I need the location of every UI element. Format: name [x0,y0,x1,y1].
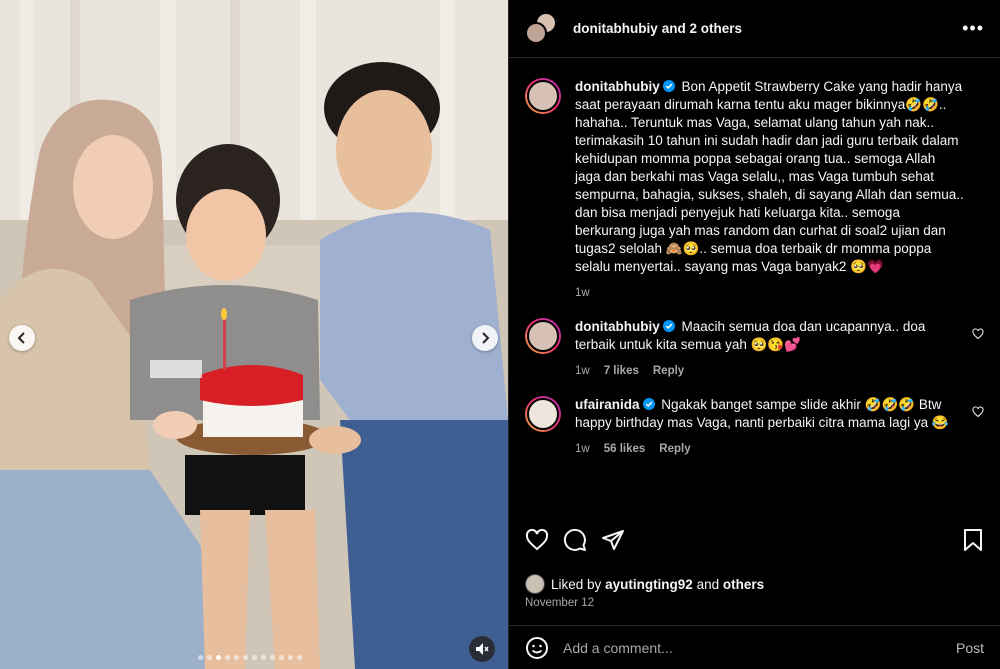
header-others[interactable]: and 2 others [662,21,742,36]
liked-by: Liked by ayutingting92 and others [525,574,764,594]
like-comment-heart-icon[interactable] [972,406,984,418]
save-button[interactable] [962,528,984,552]
more-options-icon[interactable]: ••• [962,18,984,39]
chevron-left-icon [17,332,25,344]
heart-icon [525,528,549,551]
carousel-dot [243,655,248,660]
verified-badge-icon [642,398,655,410]
carousel-indicator [198,655,302,660]
like-button[interactable] [525,528,549,552]
caption: donitabhubiy Bon Appetit Strawberry Cake… [525,78,984,302]
verified-badge-icon [662,320,675,332]
carousel-dot [207,655,212,660]
carousel-dot [198,655,203,660]
caption-username[interactable]: donitabhubiy [575,79,660,94]
comment-likes[interactable]: 7 likes [604,362,639,380]
comment-input[interactable] [563,639,956,656]
comment: donitabhubiy Maacih semua doa dan ucapan… [525,318,984,380]
comment-button[interactable] [563,528,587,552]
reply-button[interactable]: Reply [653,362,684,380]
family-birthday-photo [0,0,508,669]
post-panel: donitabhubiy and 2 others ••• donitabhub… [508,0,1000,669]
verified-badge-icon [662,80,675,92]
liked-by-user[interactable]: ayutingting92 [605,577,693,592]
reply-button[interactable]: Reply [659,440,690,458]
post-date[interactable]: November 12 [525,597,594,609]
liked-by-and: and [696,576,720,592]
smiley-icon [526,636,548,659]
comment-username[interactable]: donitabhubiy [575,319,660,334]
like-comment-heart-icon[interactable] [972,328,984,340]
avatar[interactable] [525,396,561,432]
post-header: donitabhubiy and 2 others ••• [509,0,1000,58]
carousel-dot [288,655,293,660]
post-comment-button[interactable]: Post [956,640,984,656]
avatar[interactable] [525,574,545,594]
add-comment-bar: Post [509,625,1000,669]
comment-likes[interactable]: 56 likes [604,440,646,458]
avatar [525,21,547,44]
liked-by-prefix: Liked by [551,576,602,592]
caption-text: Bon Appetit Strawberry Cake yang hadir h… [575,79,964,274]
comments-list: donitabhubiy Bon Appetit Strawberry Cake… [509,58,1000,518]
share-paper-plane-icon [602,530,624,550]
carousel-dot [297,655,302,660]
comment: ufairanida Ngakak banget sampe slide akh… [525,396,984,458]
post-photo [0,0,508,669]
action-bar [525,528,984,552]
header-username[interactable]: donitabhubiy [573,21,658,36]
carousel-dot [252,655,257,660]
carousel-dot-active [216,655,221,660]
next-slide-button[interactable] [472,325,498,351]
mute-button[interactable] [469,636,495,662]
collab-avatars[interactable] [525,11,561,46]
carousel-dot [261,655,266,660]
carousel-dot [234,655,239,660]
carousel-dot [270,655,275,660]
liked-by-others[interactable]: others [723,577,764,592]
emoji-button[interactable] [525,636,549,660]
previous-slide-button[interactable] [9,325,35,351]
chevron-right-icon [482,332,490,344]
bookmark-icon [964,529,982,551]
comment-time: 1w [575,443,590,455]
speaker-muted-icon [476,643,489,655]
comment-username[interactable]: ufairanida [575,397,640,412]
carousel-dot [225,655,230,660]
carousel-dot [279,655,284,660]
comment-bubble-icon [563,528,586,551]
caption-time: 1w [575,287,590,299]
comment-time: 1w [575,365,590,377]
avatar[interactable] [525,78,561,114]
avatar[interactable] [525,318,561,354]
share-button[interactable] [601,528,625,552]
